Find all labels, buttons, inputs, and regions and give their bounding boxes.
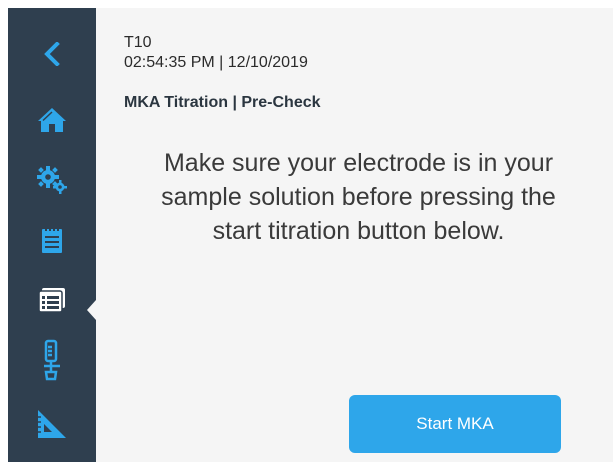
- notepad-icon: [41, 226, 63, 254]
- sidebar-item-settings[interactable]: [8, 154, 96, 206]
- instruction-text: Make sure your electrode is in your samp…: [161, 149, 556, 245]
- home-icon: [37, 107, 67, 133]
- start-mka-button[interactable]: Start MKA: [349, 395, 561, 453]
- electrode-icon: [40, 339, 64, 381]
- active-item-indicator: [87, 300, 96, 320]
- ruler-triangle-icon: [37, 409, 67, 439]
- back-button[interactable]: [8, 28, 96, 80]
- sidebar-item-electrode[interactable]: [8, 334, 96, 386]
- sidebar-item-calibration[interactable]: [8, 398, 96, 450]
- main-panel: T10 02:54:35 PM | 12/10/2019 MKA Titrati…: [96, 8, 613, 462]
- methods-list-icon: [38, 287, 66, 313]
- sidebar-item-notes[interactable]: [8, 214, 96, 266]
- device-id: T10: [124, 34, 152, 51]
- app-frame: T10 02:54:35 PM | 12/10/2019 MKA Titrati…: [0, 0, 613, 462]
- sidebar-item-methods[interactable]: [8, 274, 96, 326]
- page-title: MKA Titration | Pre-Check: [124, 94, 321, 111]
- sidebar: [8, 8, 96, 462]
- timestamp: 02:54:35 PM | 12/10/2019: [124, 54, 308, 71]
- chevron-left-icon: [44, 42, 60, 66]
- sidebar-item-home[interactable]: [8, 94, 96, 146]
- settings-gears-icon: [37, 166, 67, 194]
